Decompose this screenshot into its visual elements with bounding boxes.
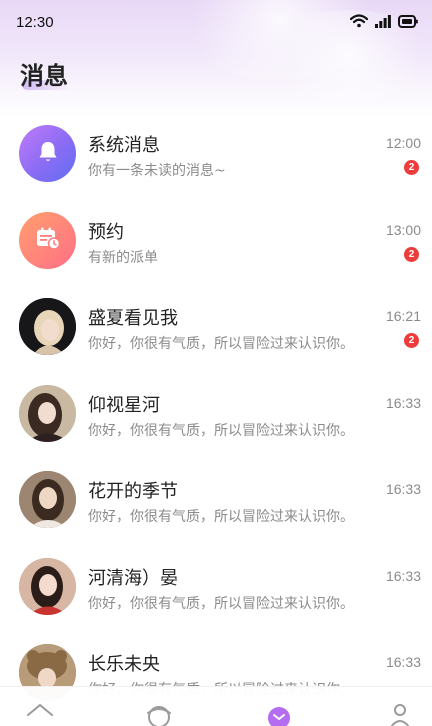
message-preview: 有新的派单 <box>88 249 158 266</box>
message-icon <box>265 701 293 726</box>
message-time: 16:33 <box>385 567 421 584</box>
message-name: 盛夏看见我 <box>88 308 178 329</box>
message-preview: 你好，你很有气质，所以冒险过来认识你。 <box>88 509 354 525</box>
message-name: 仰视星河 <box>88 394 160 416</box>
battery-icon <box>398 13 418 32</box>
message-row-booking[interactable]: 预约 有新的派单 13:00 2 <box>0 199 432 286</box>
message-name: 河清海）晏 <box>88 567 178 589</box>
signal-icon <box>375 13 391 32</box>
calendar-icon <box>34 225 62 255</box>
user-photo-icon <box>19 384 76 442</box>
wifi-icon <box>349 13 369 32</box>
tab-home[interactable] <box>20 701 60 726</box>
user-avatar <box>19 471 76 528</box>
discover-icon <box>145 701 173 726</box>
unread-badge: 2 <box>404 333 419 348</box>
tab-profile[interactable] <box>380 701 420 726</box>
message-preview: 你好，你很有气质，所以冒险过来认识你。 <box>88 422 354 439</box>
message-time: 16:33 <box>385 481 421 497</box>
message-preview: 你好，你很有气质，所以冒险过来认识你。 <box>88 336 354 352</box>
avatar <box>19 211 76 269</box>
status-bar: 12:30 <box>0 0 432 44</box>
message-time: 16:33 <box>385 394 421 411</box>
message-time: 16:33 <box>385 654 421 670</box>
page-title: 消息 <box>20 62 68 90</box>
bell-icon <box>35 139 61 169</box>
message-list: 系统消息 你有一条未读的消息~ 12:00 2 预约 有新的派单 13:00 2 <box>0 112 432 718</box>
tab-bar <box>0 686 432 726</box>
message-row-user[interactable]: 河清海）晏 你好，你很有气质，所以冒险过来认识你。 16:33 <box>0 545 432 632</box>
message-row-user[interactable]: 仰视星河 你好，你很有气质，所以冒险过来认识你。 16:33 <box>0 372 432 459</box>
status-icons <box>349 13 418 32</box>
user-avatar <box>19 298 76 355</box>
message-row-system[interactable]: 系统消息 你有一条未读的消息~ 12:00 2 <box>0 112 432 199</box>
user-photo-icon <box>19 471 76 528</box>
avatar <box>19 125 76 182</box>
message-preview: 你好，你很有气质，所以冒险过来认识你。 <box>88 595 354 612</box>
unread-badge: 2 <box>404 160 419 175</box>
user-photo-icon <box>19 298 76 355</box>
user-avatar <box>19 384 76 442</box>
message-time: 16:21 <box>385 308 421 324</box>
message-name: 长乐未央 <box>88 654 160 675</box>
home-icon <box>25 701 55 726</box>
user-avatar <box>19 557 76 615</box>
tab-discover[interactable] <box>139 701 179 726</box>
status-time: 12:30 <box>16 13 54 31</box>
tab-message[interactable] <box>259 701 299 726</box>
message-preview: 你有一条未读的消息~ <box>88 163 226 179</box>
profile-icon <box>388 701 412 726</box>
message-row-user[interactable]: 盛夏看见我 你好，你很有气质，所以冒险过来认识你。 16:21 2 <box>0 285 432 372</box>
message-name: 系统消息 <box>88 135 160 156</box>
unread-badge: 2 <box>404 246 419 262</box>
message-time: 12:00 <box>385 135 421 151</box>
message-time: 13:00 <box>385 221 421 238</box>
message-name: 预约 <box>88 221 124 243</box>
user-photo-icon <box>19 557 76 615</box>
message-row-user[interactable]: 花开的季节 你好，你很有气质，所以冒险过来认识你。 16:33 <box>0 458 432 545</box>
message-name: 花开的季节 <box>88 481 178 502</box>
